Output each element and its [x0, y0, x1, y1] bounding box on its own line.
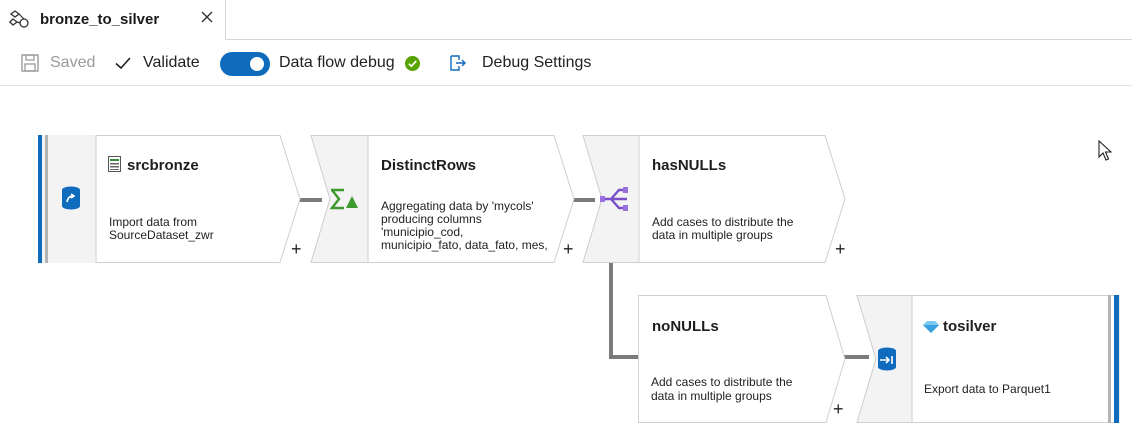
node-description: Export data to Parquet1 — [924, 382, 1051, 396]
aggregate-icon — [329, 187, 360, 216]
source-icon — [60, 185, 82, 216]
toggle-knob — [250, 57, 264, 71]
data-flow-editor: bronze_to_silver Saved Validate Data flo… — [0, 0, 1132, 435]
success-check-icon — [404, 55, 420, 71]
sink-icon — [876, 346, 898, 377]
connector — [609, 263, 613, 359]
split-icon — [599, 186, 629, 217]
node-title: noNULLs — [652, 318, 719, 335]
dataset-icon — [108, 156, 121, 177]
node-description: SourceDataset_zwr — [109, 228, 214, 242]
debug-status: Data flow debug — [279, 40, 420, 86]
dataflow-icon — [8, 9, 31, 31]
flow-canvas[interactable]: srcbronze Import data from SourceDataset… — [0, 87, 1132, 435]
parquet-icon — [923, 320, 939, 338]
node-description: data in multiple groups — [652, 228, 773, 242]
connector — [609, 355, 641, 359]
checkmark-icon — [115, 57, 131, 70]
aggregate-node-distinctrows[interactable]: DistinctRows Aggregating data by 'mycols… — [310, 135, 578, 263]
add-transform-button[interactable]: + — [835, 240, 846, 258]
node-shape — [638, 295, 846, 423]
node-description: municipio_fato, data_fato, mes, — [381, 238, 548, 252]
source-node-srcbronze[interactable]: srcbronze Import data from SourceDataset… — [38, 135, 302, 263]
node-title: hasNULLs — [652, 157, 727, 174]
node-title: tosilver — [943, 318, 997, 335]
saved-button[interactable]: Saved — [20, 40, 95, 86]
debug-settings-button[interactable]: Debug Settings — [448, 40, 591, 86]
debug-label: Data flow debug — [279, 54, 395, 71]
node-title: srcbronze — [127, 157, 199, 174]
split-node-hasnulls[interactable]: hasNULLs Add cases to distribute the dat… — [582, 135, 848, 263]
add-transform-button[interactable]: + — [563, 240, 574, 258]
tab-title: bronze_to_silver — [40, 11, 160, 28]
tab-bar: bronze_to_silver — [0, 0, 1132, 40]
debug-settings-label: Debug Settings — [482, 54, 592, 71]
validate-button[interactable]: Validate — [114, 40, 200, 86]
add-transform-button[interactable]: + — [291, 240, 302, 258]
node-description: Add cases to distribute the — [651, 375, 793, 389]
sink-node-tosilver[interactable]: tosilver Export data to Parquet1 — [856, 295, 1120, 423]
validate-label: Validate — [143, 54, 200, 71]
save-icon — [21, 54, 39, 72]
close-icon[interactable] — [200, 10, 214, 24]
mouse-cursor-icon — [1098, 139, 1113, 167]
toolbar: Saved Validate Data flow debug Debug Set… — [0, 40, 1132, 86]
add-transform-button[interactable]: + — [833, 400, 844, 418]
saved-label: Saved — [50, 54, 96, 71]
tab-bronze-to-silver[interactable]: bronze_to_silver — [0, 0, 226, 40]
debug-settings-icon — [450, 55, 466, 71]
stream-node-nonulls[interactable]: noNULLs Add cases to distribute the data… — [638, 295, 848, 423]
node-description: data in multiple groups — [651, 389, 772, 403]
debug-toggle[interactable] — [220, 52, 270, 76]
node-title: DistinctRows — [381, 157, 477, 174]
